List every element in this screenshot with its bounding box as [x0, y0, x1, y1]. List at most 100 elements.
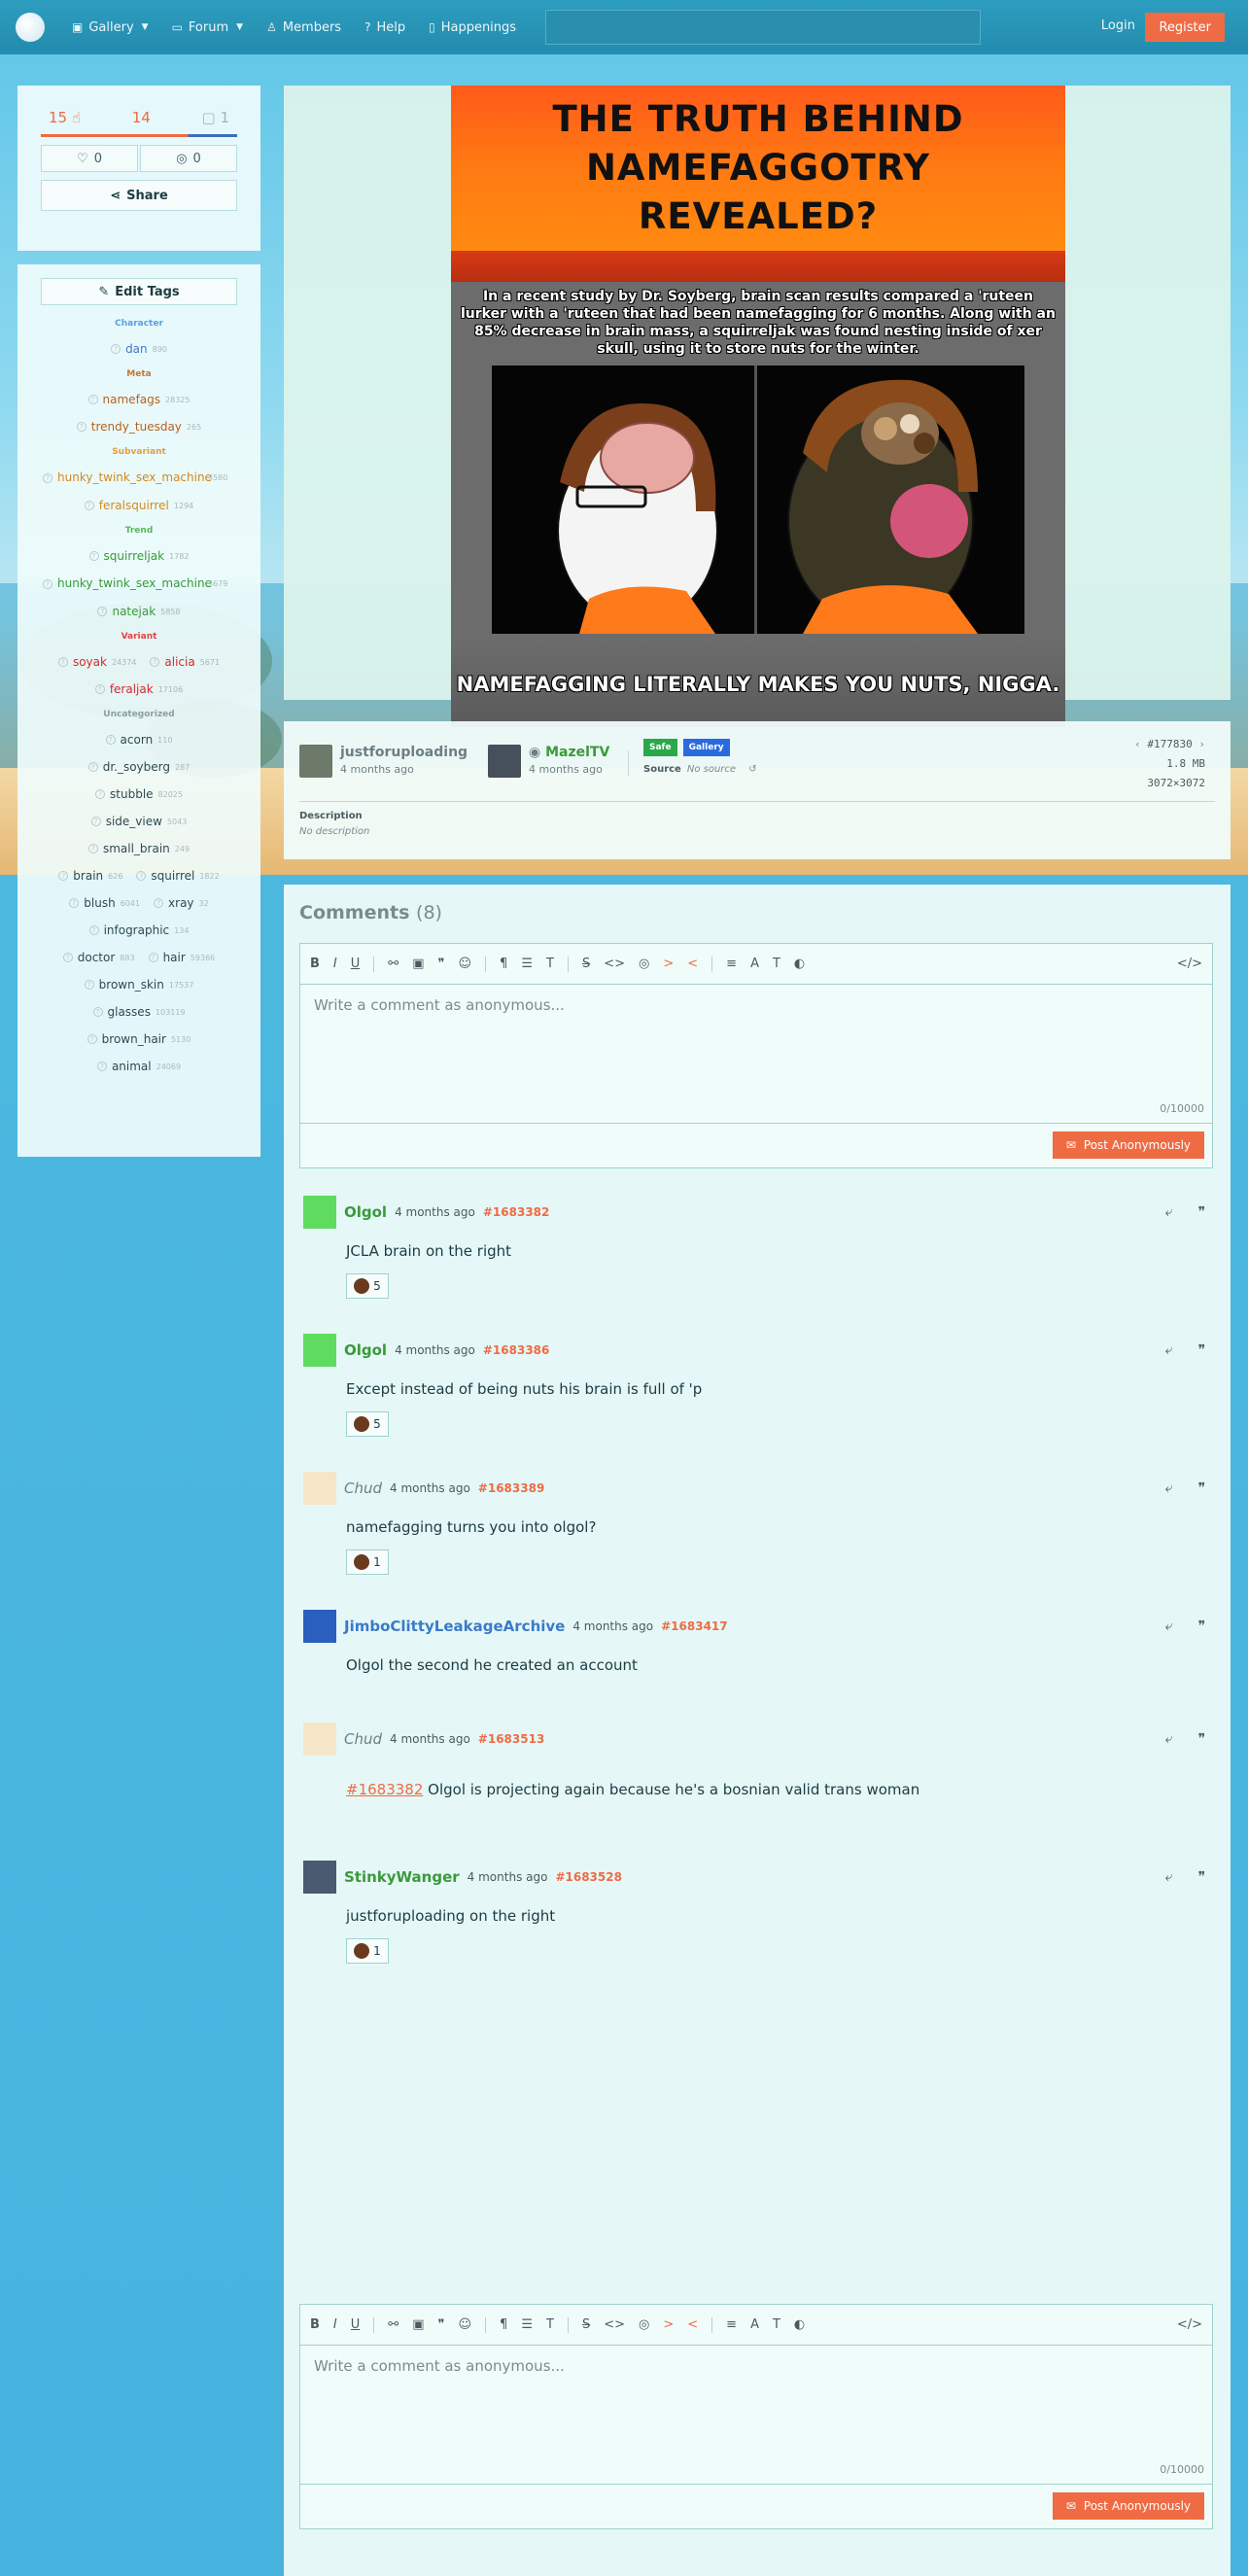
login-link[interactable]: Login	[1101, 18, 1135, 33]
reply-reference-link[interactable]: #1683382	[346, 1781, 423, 1798]
strikethrough-icon[interactable]: S	[582, 957, 590, 971]
palette-icon[interactable]: ◐	[794, 2317, 805, 2332]
spoiler-icon[interactable]: ◎	[639, 2317, 649, 2332]
help-icon[interactable]: ?	[96, 1062, 107, 1071]
align-icon[interactable]: ≡	[726, 2317, 737, 2332]
paragraph-icon[interactable]: ¶	[500, 957, 507, 971]
help-icon[interactable]: ?	[90, 817, 101, 826]
emoji-icon[interactable]: ☺	[458, 2317, 471, 2332]
nav-happenings[interactable]: ▯ Happenings	[429, 20, 516, 35]
tag-item[interactable]: ? blush 6041	[69, 896, 140, 910]
site-logo[interactable]	[16, 13, 45, 42]
help-icon[interactable]: ?	[69, 898, 80, 908]
help-icon[interactable]: ?	[76, 422, 87, 432]
avatar[interactable]	[303, 1610, 336, 1643]
comment-author[interactable]: Olgol	[344, 1203, 387, 1221]
tag-item[interactable]: ? feralsquirrel 1294	[84, 499, 193, 512]
comment-author[interactable]: JimboClittyLeakageArchive	[344, 1618, 565, 1635]
quote-icon[interactable]: ❞	[1197, 1869, 1205, 1885]
comment-input[interactable]: Write a comment as anonymous... 0/10000	[300, 985, 1212, 1123]
font-size-icon[interactable]: T	[773, 2317, 780, 2332]
tag-item[interactable]: ? hair 59366	[148, 951, 215, 964]
emoji-icon[interactable]: ☺	[458, 957, 471, 971]
tag-item[interactable]: ? soyak 24374	[57, 655, 136, 669]
tag-item[interactable]: ? namefags 28325	[87, 393, 190, 406]
next-post-icon[interactable]: ›	[1198, 738, 1205, 750]
italic-icon[interactable]: I	[333, 957, 337, 971]
orangetext-icon[interactable]: <	[687, 957, 698, 971]
list-icon[interactable]: ☰	[521, 2317, 533, 2332]
edit-tags-button[interactable]: ✎ Edit Tags	[41, 278, 237, 305]
tag-item[interactable]: ? dan 890	[111, 342, 167, 356]
tag-item[interactable]: ? natejak 5858	[97, 605, 181, 618]
help-icon[interactable]: ?	[43, 472, 52, 483]
tag-item[interactable]: ? feraljak 17106	[94, 682, 183, 696]
help-icon[interactable]: ?	[88, 551, 99, 561]
help-icon[interactable]: ?	[150, 657, 160, 667]
clear-format-icon[interactable]: T	[546, 2317, 554, 2332]
help-icon[interactable]: ?	[95, 789, 106, 799]
orangetext-icon[interactable]: <	[687, 2317, 698, 2332]
hide-button[interactable]: ◎ 0	[140, 145, 237, 172]
help-icon[interactable]: ?	[84, 980, 94, 990]
comment-id-link[interactable]: #1683528	[555, 1870, 622, 1884]
help-icon[interactable]: ?	[94, 684, 105, 694]
tag-item[interactable]: ? infographic 134	[88, 923, 189, 937]
avatar[interactable]	[303, 1472, 336, 1505]
quote-icon[interactable]: ❞	[1197, 1731, 1205, 1747]
image-icon[interactable]: ▣	[412, 2317, 424, 2332]
help-icon[interactable]: ?	[43, 578, 52, 589]
reply-icon[interactable]: ⤶	[1165, 1342, 1173, 1358]
tag-item[interactable]: ? hunky_twink_sex_machine 3679	[43, 576, 227, 591]
help-icon[interactable]: ?	[84, 501, 94, 510]
help-icon[interactable]: ?	[58, 871, 69, 881]
help-icon[interactable]: ?	[105, 735, 116, 745]
reply-icon[interactable]: ⤶	[1165, 1480, 1173, 1496]
tag-item[interactable]: ? alicia 5671	[150, 655, 220, 669]
paragraph-icon[interactable]: ¶	[500, 2317, 507, 2332]
post-comment-button[interactable]: ✉ Post Anonymously	[1052, 2492, 1204, 2520]
tag-item[interactable]: ? brain 626	[58, 869, 122, 883]
comment-author[interactable]: Olgol	[344, 1341, 387, 1359]
bold-icon[interactable]: B	[310, 957, 320, 971]
prev-post-icon[interactable]: ‹	[1134, 738, 1141, 750]
comment-id-link[interactable]: #1683386	[483, 1343, 550, 1357]
tag-item[interactable]: ? squirrel 1822	[136, 869, 220, 883]
quote-icon[interactable]: ❞	[437, 957, 444, 971]
greentext-icon[interactable]: >	[663, 2317, 674, 2332]
help-icon[interactable]: ?	[87, 395, 98, 404]
comment-author[interactable]: StinkyWanger	[344, 1868, 460, 1886]
spoiler-icon[interactable]: ◎	[639, 957, 649, 971]
nav-members[interactable]: ♙ Members	[266, 20, 341, 35]
underline-icon[interactable]: U	[351, 957, 361, 971]
comment-id-link[interactable]: #1683417	[661, 1619, 728, 1633]
list-icon[interactable]: ☰	[521, 957, 533, 971]
link-icon[interactable]: ⚯	[388, 2317, 399, 2332]
help-icon[interactable]: ?	[136, 871, 147, 881]
comment-count[interactable]: ▢ 1	[201, 109, 229, 126]
upvote-button[interactable]: 15 ☝	[49, 109, 81, 126]
uploader[interactable]: justforuploading 4 months ago	[299, 745, 468, 778]
tag-item[interactable]: ? stubble 82025	[95, 787, 183, 801]
underline-icon[interactable]: U	[351, 2317, 361, 2332]
reaction-button[interactable]: 1	[346, 1938, 389, 1964]
comment-input[interactable]: Write a comment as anonymous... 0/10000	[300, 2346, 1212, 2484]
comment-id-link[interactable]: #1683513	[478, 1732, 545, 1746]
tag-item[interactable]: ? doctor 883	[62, 951, 135, 964]
search-input[interactable]	[545, 10, 982, 45]
avatar[interactable]	[303, 1723, 336, 1756]
help-icon[interactable]: ?	[88, 925, 99, 935]
register-button[interactable]: Register	[1145, 13, 1225, 42]
bold-icon[interactable]: B	[310, 2317, 320, 2332]
help-icon[interactable]: ?	[154, 898, 164, 908]
tag-item[interactable]: ? glasses 103119	[92, 1005, 186, 1019]
tag-item[interactable]: ? acorn 110	[105, 733, 172, 747]
source-code-icon[interactable]: </>	[1177, 957, 1202, 971]
share-button[interactable]: ⋖ Share	[41, 180, 237, 211]
quote-icon[interactable]: ❞	[1197, 1619, 1205, 1634]
reply-icon[interactable]: ⤶	[1165, 1731, 1173, 1747]
comment-id-link[interactable]: #1683382	[483, 1205, 550, 1219]
comment-author[interactable]: Chud	[344, 1479, 382, 1497]
approver[interactable]: ◉ MazelTV 4 months ago	[488, 745, 609, 778]
tag-item[interactable]: ? animal 24069	[96, 1060, 181, 1073]
